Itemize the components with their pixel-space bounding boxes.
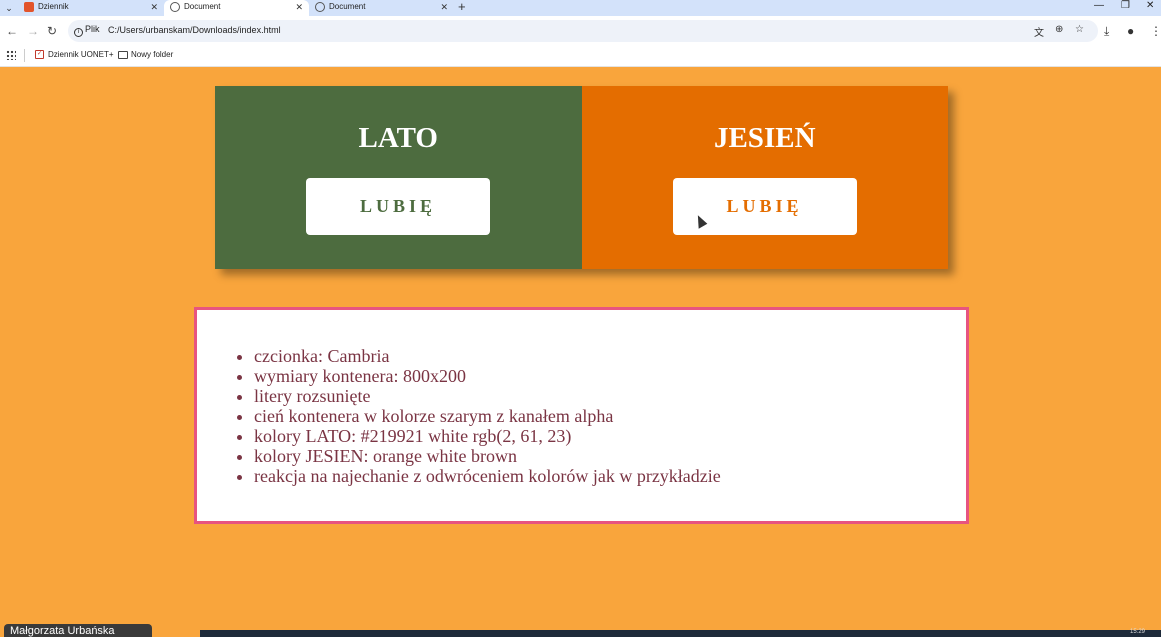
list-item: cień kontenera w kolorze szarym z kanałe… bbox=[254, 406, 721, 426]
forward-arrow-icon[interactable]: → bbox=[27, 24, 39, 38]
site-info-label: Plik bbox=[85, 24, 100, 34]
bookmark-label: Dziennik UONET+ bbox=[48, 50, 114, 59]
list-item: kolory LATO: #219921 white rgb(2, 61, 23… bbox=[254, 426, 721, 446]
list-item: czcionka: Cambria bbox=[254, 346, 721, 366]
translate-icon[interactable]: 文 bbox=[1034, 24, 1044, 39]
lato-title: LATO bbox=[358, 122, 438, 154]
tab-title: Document bbox=[184, 2, 221, 11]
globe-icon bbox=[315, 2, 325, 12]
bookmark-dziennik-uonet[interactable]: ✓ Dziennik UONET+ bbox=[35, 49, 114, 61]
bookmarks-bar: ✓ Dziennik UONET+ Nowy folder bbox=[0, 45, 1161, 67]
list-item: kolory JESIEN: orange white brown bbox=[254, 446, 721, 466]
taskbar: 15:29 bbox=[200, 629, 1161, 637]
uonet-icon: ✓ bbox=[35, 50, 44, 59]
close-window-icon[interactable]: ✕ bbox=[1146, 0, 1154, 12]
list-item: litery rozsunięte bbox=[254, 386, 721, 406]
back-arrow-icon[interactable]: ← bbox=[6, 24, 18, 38]
taskbar-clock: 15:29 bbox=[1129, 629, 1145, 635]
minimize-icon[interactable]: — bbox=[1094, 0, 1104, 12]
presenter-name-badge: Małgorzata Urbańska bbox=[4, 624, 152, 637]
zoom-icon[interactable]: ⊕ bbox=[1055, 24, 1063, 35]
jesien-title: JESIEŃ bbox=[713, 122, 816, 154]
list-item: wymiary kontenera: 800x200 bbox=[254, 366, 721, 386]
tab-title: Dziennik bbox=[38, 2, 69, 11]
close-icon[interactable]: ✕ bbox=[440, 0, 448, 14]
tab-dziennik[interactable]: Dziennik ✕ bbox=[18, 0, 164, 16]
tab-title: Document bbox=[329, 2, 366, 11]
bookmark-label: Nowy folder bbox=[131, 50, 174, 59]
bookmark-star-icon[interactable]: ☆ bbox=[1075, 24, 1084, 35]
requirements-list: czcionka: Cambria wymiary kontenera: 800… bbox=[254, 346, 721, 486]
apps-grid-icon[interactable] bbox=[6, 50, 16, 60]
bookmarks-divider bbox=[24, 49, 25, 62]
list-item: reakcja na najechanie z odwróceniem kolo… bbox=[254, 466, 721, 486]
seasons-container: LATO LUBIĘ JESIEŃ LUBIĘ bbox=[215, 86, 948, 269]
url-text[interactable]: C:/Users/urbanskam/Downloads/index.html bbox=[108, 25, 281, 35]
tab-document[interactable]: Document ✕ bbox=[309, 0, 454, 16]
reload-icon[interactable]: ↻ bbox=[47, 24, 57, 38]
download-icon[interactable]: ⤓ bbox=[1104, 24, 1109, 39]
tab-strip: ⌄ Dziennik ✕ Document ✕ Document ✕ + — ❐… bbox=[0, 0, 1161, 16]
info-icon: i bbox=[74, 28, 83, 37]
lato-panel: LATO LUBIĘ bbox=[215, 86, 582, 269]
jesien-panel: JESIEŃ LUBIĘ bbox=[581, 86, 948, 269]
profile-avatar-icon[interactable]: ● bbox=[1127, 24, 1134, 38]
bookmark-nowy-folder[interactable]: Nowy folder bbox=[118, 49, 173, 61]
tab-search-chevron-icon[interactable]: ⌄ bbox=[2, 1, 16, 15]
site-info-chip[interactable]: i Plik bbox=[74, 24, 100, 37]
new-tab-plus-icon[interactable]: + bbox=[458, 0, 466, 14]
dziennik-favicon bbox=[24, 2, 34, 12]
lato-lubie-button[interactable]: LUBIĘ bbox=[306, 178, 490, 235]
tab-document-active[interactable]: Document ✕ bbox=[164, 0, 309, 16]
presenter-name: Małgorzata Urbańska bbox=[10, 625, 115, 637]
more-menu-icon[interactable]: ⋮ bbox=[1150, 24, 1161, 38]
requirements-box: czcionka: Cambria wymiary kontenera: 800… bbox=[194, 307, 969, 524]
globe-icon bbox=[170, 2, 180, 12]
close-icon[interactable]: ✕ bbox=[150, 0, 158, 14]
address-bar[interactable]: i Plik C:/Users/urbanskam/Downloads/index… bbox=[68, 20, 1098, 42]
folder-icon bbox=[118, 51, 128, 59]
close-icon[interactable]: ✕ bbox=[295, 0, 303, 14]
restore-icon[interactable]: ❐ bbox=[1121, 0, 1130, 12]
browser-toolbar: ← → ↻ i Plik C:/Users/urbanskam/Downloads… bbox=[0, 16, 1161, 45]
